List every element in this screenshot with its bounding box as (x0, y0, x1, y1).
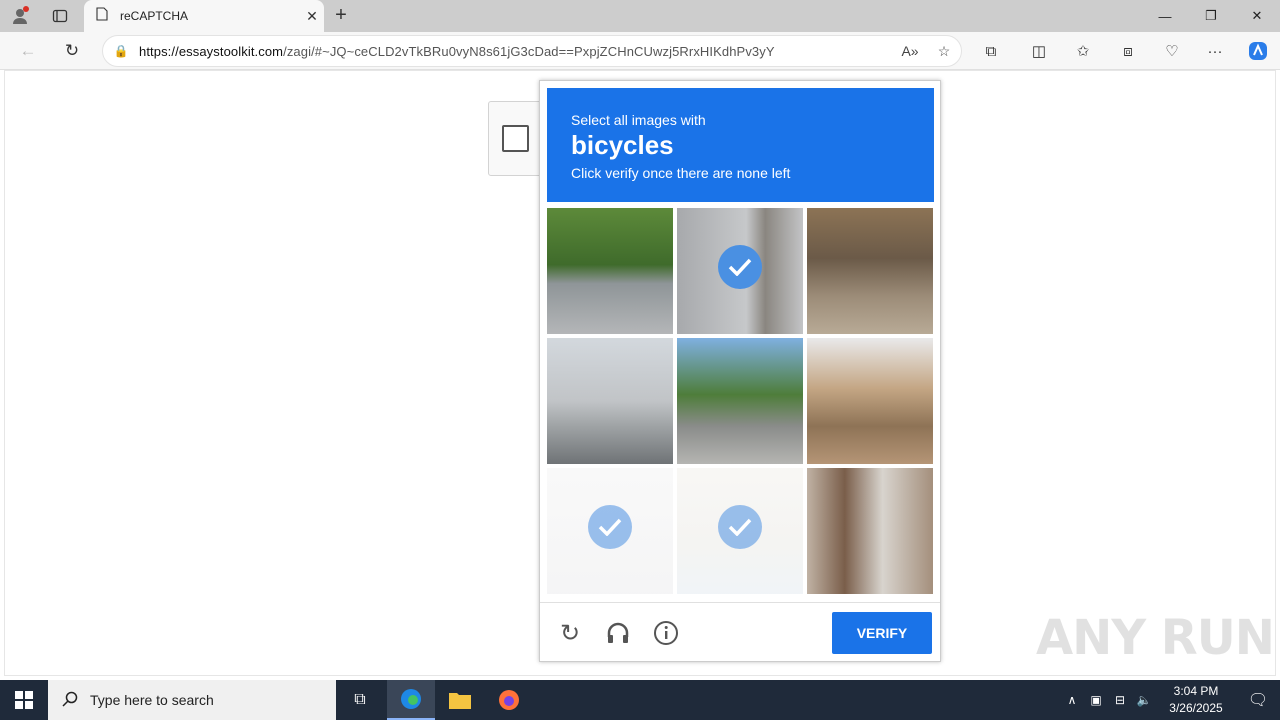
close-window-icon[interactable]: ✕ (1234, 0, 1280, 32)
selected-check-icon (718, 245, 762, 289)
copilot-icon[interactable] (1243, 36, 1273, 66)
instruction-text: Click verify once there are none left (571, 165, 791, 181)
page-icon (96, 6, 108, 26)
read-aloud-icon[interactable]: A» (893, 43, 927, 59)
watermark-logo: ANY RUN (1036, 610, 1275, 666)
clock[interactable]: 3:04 PM 3/26/2025 (1156, 683, 1236, 717)
tile-image-street-sign (677, 338, 803, 464)
tile-image-apartment (807, 338, 933, 464)
recaptcha-checkbox[interactable] (502, 125, 529, 152)
task-view-icon[interactable]: ⧉ (336, 680, 384, 720)
address-bar[interactable]: 🔒 https://essaystoolkit.com/zagi/#~JQ~ce… (102, 35, 962, 67)
file-explorer-icon[interactable] (436, 680, 484, 720)
minimize-icon[interactable]: — (1142, 0, 1188, 32)
close-tab-icon[interactable]: ✕ (300, 8, 324, 25)
search-icon (62, 691, 78, 710)
taskbar-search[interactable]: Type here to search (48, 680, 336, 720)
window-controls: — ❐ ✕ (1142, 0, 1280, 32)
selected-check-icon (588, 505, 632, 549)
url-path: /zagi/#~JQ~ceCLD2vTkBRu0vyN8s61jG3cDad==… (283, 43, 775, 59)
notifications-icon[interactable]: 🗨 (1236, 690, 1280, 710)
chevron-up-icon[interactable]: ∧ (1060, 693, 1084, 707)
image-tile-8[interactable] (677, 468, 803, 594)
recaptcha-checkbox-card (488, 101, 544, 176)
network-icon[interactable]: ⊟ (1108, 693, 1132, 707)
verify-button[interactable]: VERIFY (832, 612, 932, 654)
firefox-icon[interactable] (485, 680, 533, 720)
split-screen-icon[interactable]: ◫ (1024, 36, 1054, 66)
challenge-header: Select all images with bicycles Click ve… (547, 88, 934, 202)
windows-start-icon[interactable] (0, 680, 48, 720)
profile-icon[interactable] (0, 0, 40, 32)
tile-image-doorway (807, 468, 933, 594)
challenge-footer: ↻ VERIFY (540, 602, 940, 662)
favorites-icon[interactable]: ✩ (1068, 36, 1098, 66)
target-object: bicycles (571, 130, 674, 160)
image-grid (547, 208, 934, 595)
extensions-icon[interactable]: ⧉ (976, 36, 1006, 66)
image-tile-7[interactable] (547, 468, 673, 594)
tile-image-street (547, 208, 673, 334)
image-tile-6[interactable] (807, 338, 933, 464)
audio-icon[interactable] (600, 615, 636, 651)
tile-image-buildings (547, 338, 673, 464)
volume-icon[interactable]: 🔈 (1132, 693, 1156, 707)
restore-icon[interactable]: ❐ (1188, 0, 1234, 32)
url-text[interactable]: https://essaystoolkit.com/zagi/#~JQ~ceCL… (139, 44, 893, 59)
tile-image-market (807, 208, 933, 334)
more-icon[interactable]: ··· (1200, 36, 1230, 66)
image-tile-2[interactable] (677, 208, 803, 334)
image-tile-9[interactable] (807, 468, 933, 594)
system-tray: ∧ ▣ ⊟ 🔈 3:04 PM 3/26/2025 🗨 (1060, 680, 1280, 720)
browser-essentials-icon[interactable]: ♡ (1157, 36, 1187, 66)
image-tile-1[interactable] (547, 208, 673, 334)
tab-title: reCAPTCHA (120, 9, 189, 23)
refresh-icon[interactable]: ↻ (57, 36, 87, 66)
info-icon[interactable] (648, 615, 684, 651)
clock-time: 3:04 PM (1173, 684, 1219, 698)
browser-toolbar: ← ↻ 🔒 https://essaystoolkit.com/zagi/#~J… (0, 32, 1280, 70)
search-placeholder: Type here to search (90, 692, 214, 708)
tab-actions-icon[interactable] (40, 0, 80, 32)
image-tile-5[interactable] (677, 338, 803, 464)
image-tile-4[interactable] (547, 338, 673, 464)
image-tile-3[interactable] (807, 208, 933, 334)
favorite-icon[interactable]: ☆ (927, 43, 961, 60)
reload-icon[interactable]: ↻ (552, 615, 588, 651)
active-tab[interactable]: reCAPTCHA ✕ (84, 0, 324, 32)
clock-date: 3/26/2025 (1169, 701, 1223, 715)
new-tab-icon[interactable]: + (328, 4, 354, 28)
lock-icon[interactable]: 🔒 (103, 44, 139, 58)
recaptcha-challenge: Select all images with bicycles Click ve… (539, 80, 941, 662)
url-host: https://essaystoolkit.com (139, 43, 284, 59)
edge-icon[interactable] (387, 680, 435, 720)
meet-now-icon[interactable]: ▣ (1084, 693, 1108, 707)
collections-icon[interactable]: ⧈ (1113, 36, 1143, 66)
prompt-prefix: Select all images with (571, 112, 706, 128)
selected-check-icon (718, 505, 762, 549)
back-icon[interactable]: ← (13, 36, 43, 66)
taskbar: Type here to search ⧉ ∧ ▣ ⊟ 🔈 3:04 PM 3/… (0, 680, 1280, 720)
